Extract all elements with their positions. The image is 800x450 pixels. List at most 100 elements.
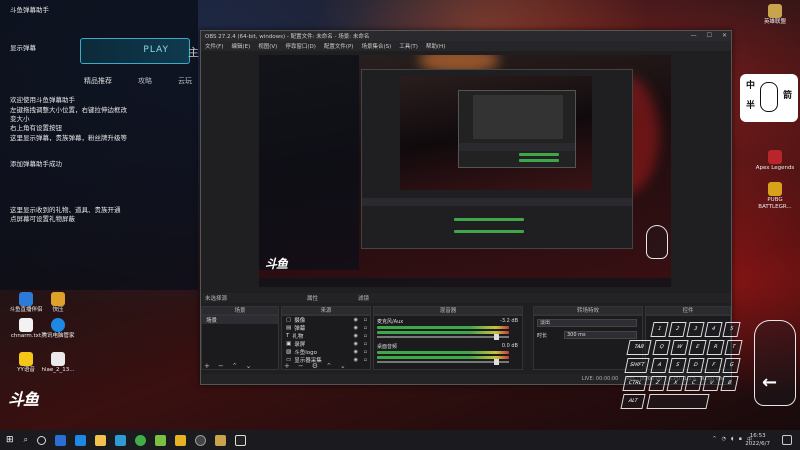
menu-edit[interactable]: 编辑(E) — [231, 42, 250, 50]
chevron-up-icon[interactable]: ^ — [712, 436, 716, 443]
nested-meter — [519, 159, 559, 162]
volume-slider[interactable] — [377, 361, 509, 363]
audio-meter — [377, 356, 509, 359]
menu-file[interactable]: 文件(F) — [205, 42, 223, 50]
visibility-icon[interactable]: ◉ — [354, 325, 358, 331]
desktop-icon[interactable]: PUBG BATTLEGR... — [755, 182, 795, 211]
app-icon[interactable] — [115, 434, 127, 446]
lock-icon[interactable]: ▫ — [364, 341, 367, 347]
minimize-icon[interactable]: — — [691, 32, 697, 39]
clock-time: 16:53 — [749, 433, 766, 439]
desktop-icon-label: 英雄联盟 — [763, 19, 786, 25]
chevron-down-icon[interactable]: ⌄ — [340, 362, 346, 370]
lock-icon[interactable]: ▫ — [364, 317, 367, 323]
network-icon[interactable]: ◔ — [722, 436, 726, 443]
scene-item[interactable]: 场景 — [202, 316, 278, 324]
volume-icon[interactable]: ◖ — [731, 436, 734, 443]
close-icon[interactable]: ✕ — [722, 32, 727, 39]
desktop-icon[interactable]: 腾讯电脑管家 — [38, 318, 78, 340]
filters-button[interactable]: 滤镜 — [358, 294, 369, 302]
app-icon[interactable] — [175, 434, 187, 446]
volume-slider[interactable] — [377, 336, 509, 338]
arrow-left-icon: ← — [762, 372, 778, 393]
menu-tools[interactable]: 工具(T) — [399, 42, 418, 50]
properties-button[interactable]: 属性 — [307, 294, 318, 302]
chevron-up-icon[interactable]: ⌃ — [326, 362, 332, 370]
task-view-icon[interactable] — [37, 435, 47, 445]
obs-titlebar[interactable]: OBS 27.2.4 (64-bit, windows) - 配置文件: 未命名… — [201, 31, 731, 41]
app-tray-icon[interactable]: ▪ — [739, 436, 742, 443]
menu-view[interactable]: 视图(V) — [258, 42, 277, 50]
system-clock[interactable]: 16:53 2022/6/7 — [745, 432, 770, 448]
tab-featured[interactable]: 精品推荐 — [84, 76, 112, 86]
app-icon[interactable] — [155, 434, 167, 446]
menu-docks[interactable]: 停靠窗口(D) — [285, 42, 316, 50]
desktop-icon[interactable]: hlae_2_13... — [38, 352, 78, 374]
source-type-icon: ▣ — [286, 341, 292, 347]
windows-start-icon[interactable]: ⊞ — [6, 435, 14, 445]
notification-icon[interactable] — [782, 435, 792, 445]
desktop-icon[interactable]: 快压 — [38, 292, 78, 314]
key: 4 — [704, 322, 723, 337]
app-icon[interactable] — [135, 434, 147, 446]
source-item[interactable]: ▧ 斗鱼logo ◉ ▫ — [282, 348, 370, 356]
desktop-icon-label: 腾讯电脑管家 — [41, 333, 75, 339]
source-item[interactable]: ▤ 弹幕 ◉ ▫ — [282, 324, 370, 332]
scene-label: 场景 — [206, 318, 218, 324]
visibility-icon[interactable]: ◉ — [354, 317, 358, 323]
edge-icon[interactable] — [55, 434, 67, 446]
chevron-up-icon[interactable]: ⌃ — [232, 362, 238, 370]
menu-scene-collection[interactable]: 场景集合(S) — [361, 42, 391, 50]
desktop-icon[interactable]: 英雄联盟 — [755, 4, 795, 26]
obs-preview-canvas[interactable]: 斗鱼 — [259, 55, 671, 287]
menu-profile[interactable]: 配置文件(P) — [324, 42, 354, 50]
app-icon[interactable] — [215, 434, 227, 446]
visibility-icon[interactable]: ◉ — [354, 349, 358, 355]
visibility-icon[interactable]: ◉ — [354, 357, 358, 363]
remove-icon[interactable]: − — [218, 362, 224, 370]
key: 5 — [722, 322, 741, 337]
tab-guide[interactable]: 攻略 — [138, 76, 152, 86]
douyu-logo: 斗鱼 — [8, 390, 39, 409]
desktop-icon-label: PUBG BATTLEGR... — [758, 197, 792, 210]
lock-icon[interactable]: ▫ — [364, 325, 367, 331]
maximize-icon[interactable]: ☐ — [707, 32, 712, 39]
key: SHIFT — [624, 358, 650, 373]
source-item[interactable]: ▣ 录屏 ◉ ▫ — [282, 340, 370, 348]
nested-meter — [454, 218, 524, 221]
add-icon[interactable]: + — [204, 362, 210, 370]
desktop-icon[interactable]: Apex Legends — [755, 150, 795, 172]
lock-icon[interactable]: ▫ — [364, 333, 367, 339]
dock-title-scenes: 场景 — [201, 306, 279, 315]
app-icon[interactable] — [235, 434, 247, 446]
text-file-icon — [51, 352, 65, 366]
app-icon — [768, 182, 782, 196]
menu-help[interactable]: 帮助(H) — [426, 42, 445, 50]
app-icon[interactable] — [75, 434, 87, 446]
overlay-line: 添加弹幕助手成功 — [10, 160, 62, 168]
visibility-icon[interactable]: ◉ — [354, 333, 358, 339]
source-toolbar: 未选择源 属性 滤镜 — [201, 293, 731, 303]
text-file-icon — [19, 318, 33, 332]
play-button[interactable]: PLAY — [143, 45, 169, 55]
lock-icon[interactable]: ▫ — [364, 349, 367, 355]
source-item[interactable]: ▢ 摄像 ◉ ▫ — [282, 316, 370, 324]
preview-taskbar — [259, 278, 671, 287]
app-icon — [19, 292, 33, 306]
file-explorer-icon[interactable] — [95, 434, 107, 446]
search-icon[interactable]: ⌕ — [24, 435, 28, 445]
remove-icon[interactable]: − — [298, 362, 304, 370]
gear-icon[interactable]: ⚙ — [312, 362, 318, 370]
volume-slider-handle[interactable] — [494, 334, 499, 340]
chevron-down-icon[interactable]: ⌄ — [246, 362, 252, 370]
lock-icon[interactable]: ▫ — [364, 357, 367, 363]
tab-cloud[interactable]: 云玩 — [178, 76, 192, 86]
visibility-icon[interactable]: ◉ — [354, 341, 358, 347]
obs-icon[interactable] — [195, 434, 207, 446]
source-item[interactable]: T 礼物 ◉ ▫ — [282, 332, 370, 340]
volume-slider-handle[interactable] — [494, 359, 499, 365]
add-icon[interactable]: + — [284, 362, 290, 370]
key: X — [666, 376, 685, 391]
source-type-icon: ▤ — [286, 325, 292, 331]
desktop-icon-label: YY语音 — [17, 367, 35, 373]
